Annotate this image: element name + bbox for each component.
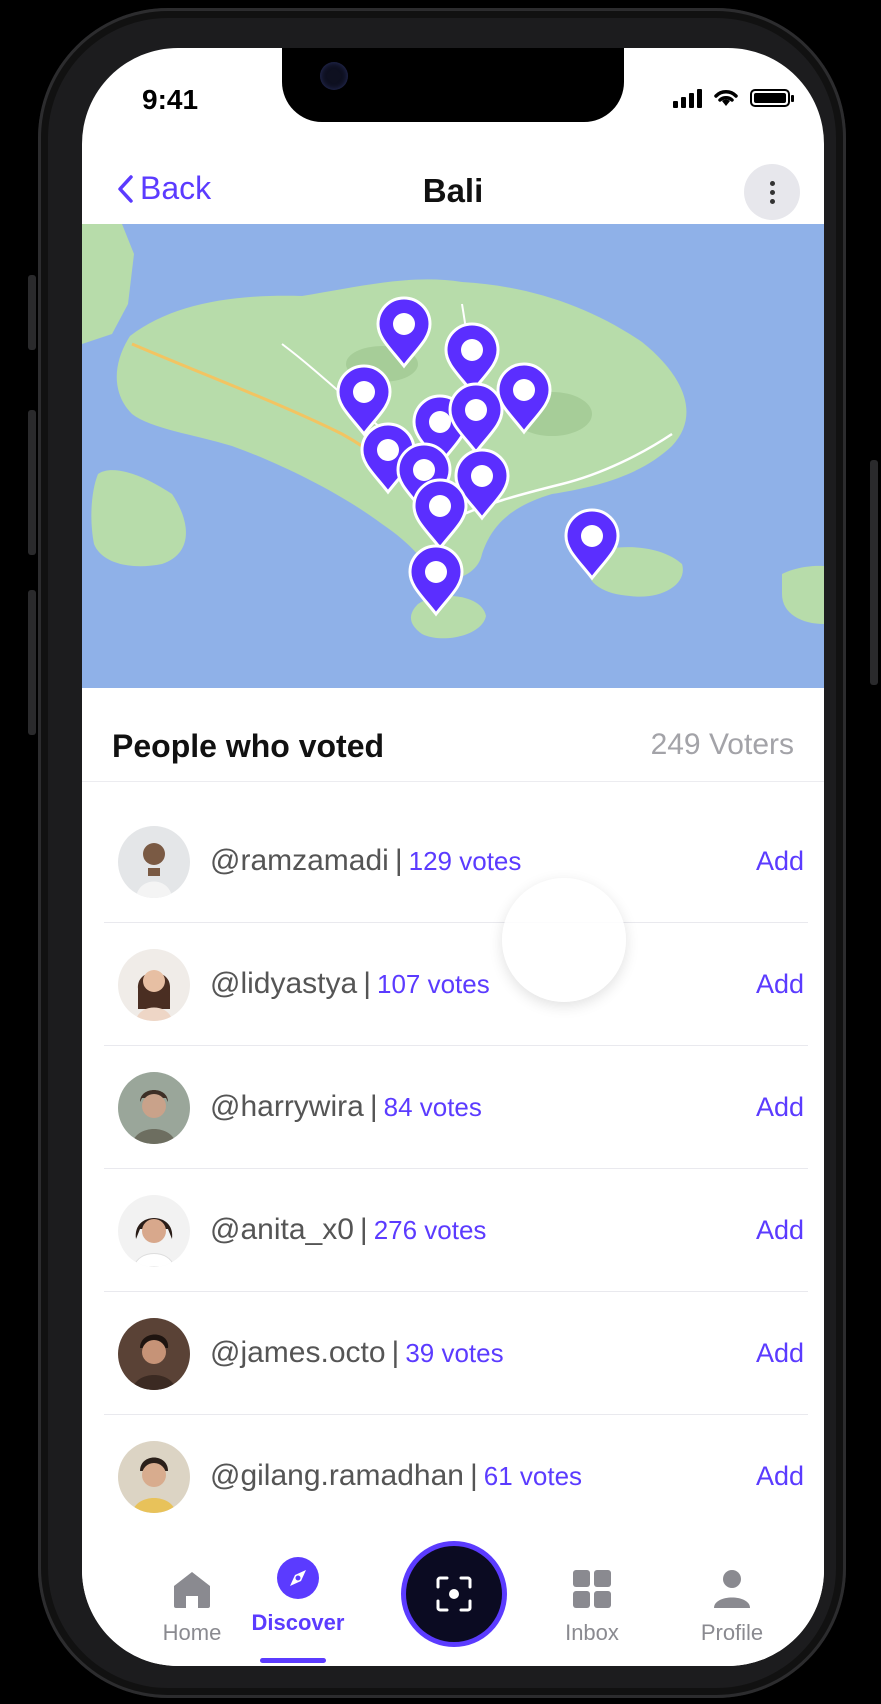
list-item: @lidyastya | 107 votes Add <box>104 923 808 1046</box>
voter-handle[interactable]: @harrywira <box>210 1090 364 1123</box>
tab-bar: Home Discover Inbox Profile <box>82 1528 824 1666</box>
list-item: @harrywira | 84 votes Add <box>104 1046 808 1169</box>
voter-handle[interactable]: @gilang.ramadhan <box>210 1459 464 1492</box>
voter-handle[interactable]: @ramzamadi <box>210 844 389 877</box>
volume-down-button <box>28 590 36 735</box>
voter-handle[interactable]: @anita_x0 <box>210 1213 354 1246</box>
land-west <box>91 470 186 567</box>
voters-header: People who voted 249 Voters <box>82 688 824 782</box>
vote-count: 276 votes <box>373 1215 487 1245</box>
status-icons <box>673 88 794 108</box>
status-time: 9:41 <box>142 84 199 115</box>
tab-inbox[interactable]: Inbox <box>532 1568 652 1646</box>
tab-active-indicator <box>260 1658 326 1663</box>
wifi-icon <box>714 90 738 106</box>
vote-count: 39 votes <box>405 1338 504 1368</box>
compass-icon <box>277 1557 319 1599</box>
voter-text: @harrywira | 84 votes <box>210 1090 482 1123</box>
land-bukit <box>410 595 486 639</box>
list-item: @gilang.ramadhan | 61 votes Add <box>104 1415 808 1538</box>
voter-handle[interactable]: @lidyastya <box>210 967 357 1000</box>
voter-handle[interactable]: @james.octo <box>210 1336 386 1369</box>
voter-text: @anita_x0 | 276 votes <box>210 1213 487 1246</box>
power-button <box>870 460 878 685</box>
tab-profile-label: Profile <box>700 1620 764 1645</box>
tab-home-label: Home <box>162 1620 222 1645</box>
bali-map <box>82 224 824 639</box>
notch <box>282 48 624 122</box>
add-button[interactable]: Add <box>756 846 804 877</box>
list-item: @james.octo | 39 votes Add <box>104 1292 808 1415</box>
add-button[interactable]: Add <box>756 969 804 1000</box>
avatar[interactable] <box>118 949 190 1021</box>
grid-icon <box>573 1570 611 1608</box>
vote-count: 84 votes <box>383 1092 482 1122</box>
tab-profile[interactable]: Profile <box>672 1568 792 1646</box>
avatar[interactable] <box>118 1072 190 1144</box>
more-options-button[interactable] <box>744 164 800 220</box>
add-button[interactable]: Add <box>756 1092 804 1123</box>
vote-count: 129 votes <box>408 846 522 876</box>
vote-count: 107 votes <box>376 969 490 999</box>
avatar[interactable] <box>118 1441 190 1513</box>
home-icon <box>174 1572 210 1608</box>
vote-count: 61 votes <box>483 1461 583 1491</box>
nav-header: Back Bali <box>82 160 824 224</box>
tab-home[interactable]: Home <box>132 1568 252 1646</box>
voter-text: @gilang.ramadhan | 61 votes <box>210 1459 583 1492</box>
voters-count: 249 Voters <box>650 728 794 761</box>
avatar[interactable] <box>118 1195 190 1267</box>
add-button[interactable]: Add <box>756 1338 804 1369</box>
tab-discover[interactable]: Discover <box>238 1556 358 1636</box>
add-button[interactable]: Add <box>756 1461 804 1492</box>
tab-inbox-label: Inbox <box>565 1620 619 1645</box>
map-view[interactable] <box>82 224 824 688</box>
voter-text: @ramzamadi | 129 votes <box>210 844 522 877</box>
list-item: @anita_x0 | 276 votes Add <box>104 1169 808 1292</box>
voter-list: @ramzamadi | 129 votes Add @lidyastya | 107 … <box>82 800 824 1538</box>
signal-icon <box>673 88 702 108</box>
tab-discover-label: Discover <box>251 1610 345 1635</box>
front-camera <box>320 62 348 90</box>
scan-button[interactable] <box>406 1546 502 1642</box>
add-button[interactable]: Add <box>756 1215 804 1246</box>
battery-icon <box>750 89 794 107</box>
list-item: @ramzamadi | 129 votes Add <box>104 800 808 923</box>
user-icon <box>714 1570 750 1608</box>
voters-heading: People who voted <box>112 728 385 764</box>
avatar[interactable] <box>118 826 190 898</box>
touch-indicator <box>502 878 626 1002</box>
volume-up-button <box>28 410 36 555</box>
voter-text: @lidyastya | 107 votes <box>210 967 490 1000</box>
land-lombok <box>782 565 824 624</box>
silent-switch <box>28 275 36 350</box>
page-title: Bali <box>422 172 484 209</box>
avatar[interactable] <box>118 1318 190 1390</box>
land-java <box>82 224 134 344</box>
voter-text: @james.octo | 39 votes <box>210 1336 504 1369</box>
scan-icon <box>436 1576 472 1612</box>
screen: 9:41 Back Bali People who voted 249 Vote… <box>82 48 824 1666</box>
